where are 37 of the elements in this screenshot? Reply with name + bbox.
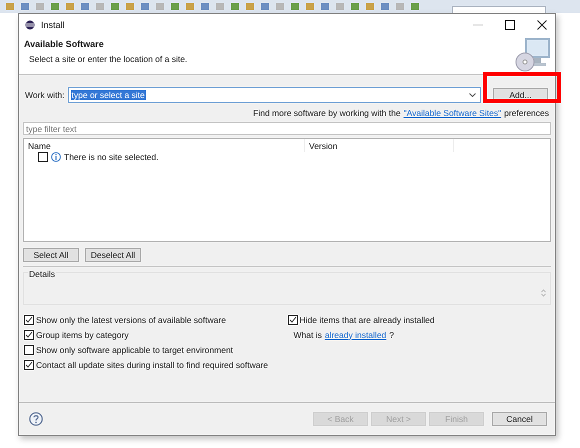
more-software-text: Find more software by working with the: [253, 108, 401, 118]
page-subtitle: Select a site or enter the location of a site.: [29, 54, 188, 64]
preferences-text: preferences: [504, 108, 549, 118]
help-icon[interactable]: [29, 412, 43, 426]
scroll-arrows-icon: [541, 289, 546, 297]
option-checkbox[interactable]: [24, 360, 34, 370]
option-label: Show only the latest versions of available software: [36, 314, 226, 324]
selection-button[interactable]: Select All: [23, 248, 79, 262]
filter-field[interactable]: type filter text: [23, 122, 551, 135]
info-icon: [51, 152, 61, 162]
question-mark-text: ?: [389, 330, 394, 340]
eclipse-icon: [25, 20, 35, 30]
option-checkbox[interactable]: [24, 330, 34, 340]
column-header[interactable]: Version: [305, 139, 454, 152]
already-installed-link[interactable]: already installed: [324, 330, 386, 340]
window-title: Install: [41, 20, 65, 30]
wizard-button[interactable]: Cancel: [492, 412, 547, 426]
option-label: Hide items that are already installed: [300, 314, 435, 324]
row-checkbox[interactable]: [38, 152, 48, 162]
what-is-text: What is: [294, 330, 322, 340]
row-text: There is no site selected.: [64, 152, 158, 162]
site-combo-field[interactable]: type or select a site: [68, 87, 481, 103]
option-checkbox[interactable]: [24, 314, 34, 324]
option-checkbox[interactable]: [24, 344, 34, 354]
close-icon[interactable]: [537, 20, 547, 30]
option-label: Group items by category: [36, 330, 129, 340]
option-checkbox[interactable]: [288, 314, 298, 324]
work-with-label: Work with:: [25, 90, 65, 100]
maximize-icon[interactable]: [505, 20, 515, 30]
details-label: Details: [28, 269, 56, 279]
option-label: Contact all update sites during install to find required software: [36, 360, 268, 370]
site-value: type or select a site: [70, 90, 146, 100]
option-label: Show only software applicable to target environment: [36, 344, 234, 354]
available-sites-link[interactable]: "Available Software Sites": [404, 108, 502, 118]
page-title: Available Software: [24, 39, 105, 49]
dropdown-icon: [469, 93, 476, 97]
selection-button[interactable]: Deselect All: [85, 248, 141, 262]
